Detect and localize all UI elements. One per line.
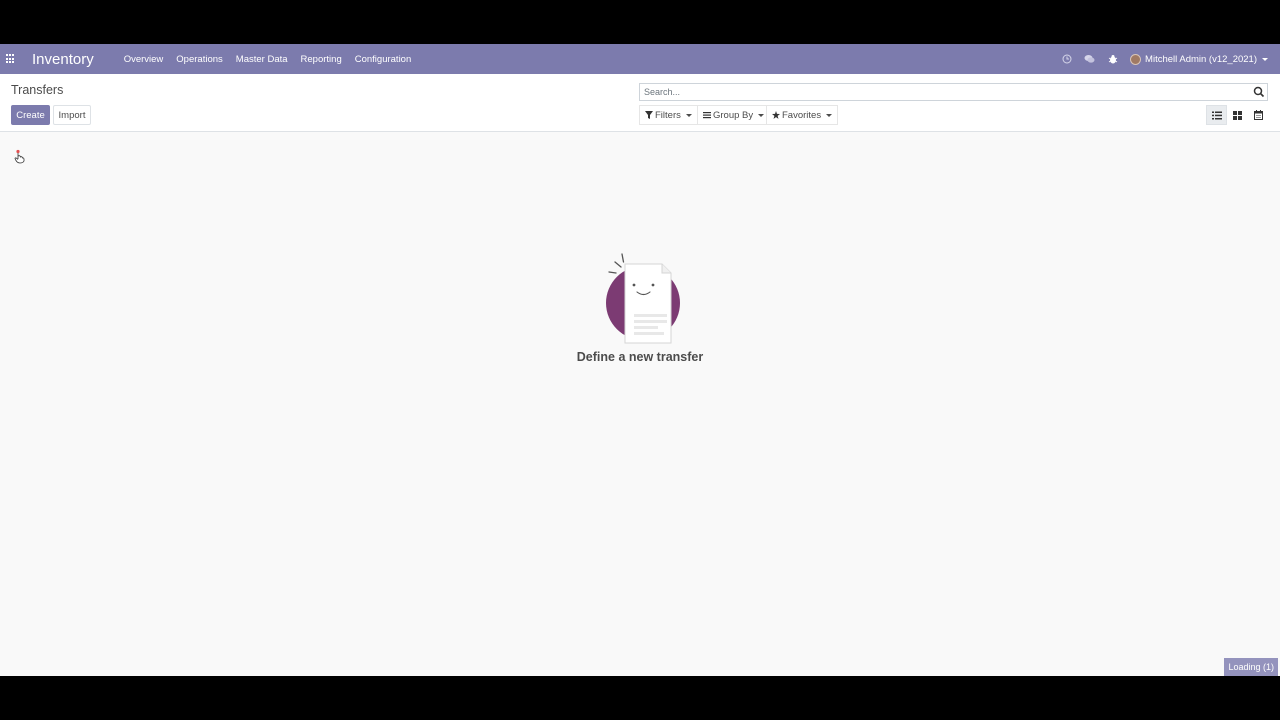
activity-clock-icon[interactable] [1061, 54, 1072, 65]
messaging-chat-icon[interactable] [1084, 54, 1095, 65]
filter-icon [645, 111, 653, 119]
main-content: Define a new transfer Loading (1) [0, 132, 1280, 676]
favorites-label: Favorites [782, 109, 822, 121]
hand-pointer-icon [14, 149, 25, 164]
user-menu[interactable]: Mitchell Admin (v12_2021) [1130, 53, 1268, 65]
menu-item-master-data[interactable]: Master Data [236, 54, 288, 65]
user-name: Mitchell Admin (v12_2021) [1145, 53, 1257, 65]
chevron-down-icon [758, 113, 765, 117]
empty-state: Define a new transfer [540, 252, 740, 364]
chevron-down-icon [826, 113, 833, 117]
import-button[interactable]: Import [53, 105, 91, 125]
control-panel: Transfers Create Import Filters Group By… [0, 74, 1280, 132]
list-icon [1211, 111, 1222, 119]
avatar [1130, 53, 1142, 65]
app-title[interactable]: Inventory [32, 51, 94, 68]
group-by-button[interactable]: Group By [697, 105, 771, 125]
empty-state-title: Define a new transfer [576, 350, 704, 364]
kanban-icon [1233, 110, 1242, 120]
menu-item-configuration[interactable]: Configuration [355, 54, 412, 65]
debug-bug-icon[interactable] [1107, 54, 1118, 65]
group-by-label: Group By [713, 109, 754, 121]
chevron-down-icon [1262, 57, 1268, 61]
kanban-view-button[interactable] [1227, 105, 1248, 125]
filters-button[interactable]: Filters [639, 105, 698, 125]
search-input[interactable] [640, 84, 1250, 100]
view-switcher [1206, 105, 1269, 125]
create-button[interactable]: Create [11, 105, 50, 125]
apps-menu-icon[interactable] [6, 54, 16, 64]
chevron-down-icon [685, 113, 692, 117]
filters-label: Filters [655, 109, 681, 121]
bars-icon [703, 112, 711, 119]
empty-document-illustration [606, 253, 680, 344]
search-bar [639, 83, 1268, 101]
breadcrumb: Transfers [11, 83, 64, 97]
favorites-button[interactable]: Favorites [766, 105, 839, 125]
loading-indicator: Loading (1) [1224, 658, 1278, 676]
main-menu: Overview Operations Master Data Reportin… [124, 54, 425, 65]
list-view-button[interactable] [1206, 105, 1227, 125]
menu-item-reporting[interactable]: Reporting [301, 54, 342, 65]
app-window: Inventory Overview Operations Master Dat… [0, 44, 1280, 676]
menu-item-overview[interactable]: Overview [124, 54, 164, 65]
star-icon [772, 111, 780, 119]
search-icon[interactable] [1253, 86, 1265, 98]
systray: Mitchell Admin (v12_2021) [1061, 44, 1280, 74]
calendar-icon [1254, 110, 1263, 120]
menu-item-operations[interactable]: Operations [176, 54, 222, 65]
top-navbar: Inventory Overview Operations Master Dat… [0, 44, 1280, 74]
calendar-view-button[interactable] [1248, 105, 1269, 125]
